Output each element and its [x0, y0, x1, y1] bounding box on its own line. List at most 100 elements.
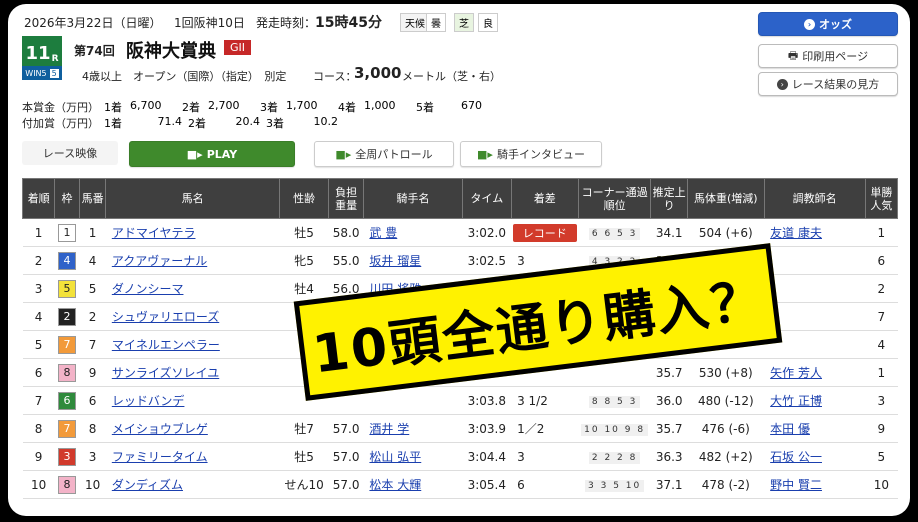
jockey-link[interactable]: 松山 弘平	[363, 442, 463, 471]
win5-badge: WIN5 5	[22, 66, 62, 80]
jockey-link[interactable]: 酒井 学	[363, 414, 463, 443]
print-button[interactable]: 🖶 印刷用ページ	[758, 44, 898, 68]
cell-waku: 1	[54, 218, 80, 247]
cell-margin: レコード	[511, 218, 579, 247]
cell-corner: 2 2 2 8	[578, 442, 651, 471]
cell-waku: 2	[54, 302, 80, 331]
cell-pos: 5	[22, 330, 55, 359]
course-label: コース：	[313, 70, 357, 83]
horse-name-link[interactable]: レッドバンデ	[105, 386, 280, 415]
col-margin: 着差	[510, 178, 579, 219]
prize-main-place: 4着	[338, 101, 356, 114]
col-body: 馬体重(増減)	[686, 178, 765, 219]
howto-label: レース結果の見方	[791, 78, 880, 91]
cell-last3f: 37.1	[650, 470, 688, 499]
cell-margin: 3	[511, 442, 579, 471]
printer-icon: 🖶	[787, 48, 799, 62]
trainer-link[interactable]	[764, 246, 866, 275]
horse-name-link[interactable]: ダンディズム	[105, 470, 280, 499]
odds-icon: ›	[804, 18, 815, 30]
interview-label: 騎手インタビュー	[496, 148, 585, 161]
prize-add-value: 10.2	[313, 115, 339, 128]
cell-last3f: 36.3	[650, 442, 688, 471]
cell-num: 3	[79, 442, 106, 471]
trainer-link[interactable]	[764, 274, 866, 303]
prize-add-list: 1着 71.4 2着 20.4 3着 10.2	[104, 115, 338, 131]
cell-num: 4	[79, 246, 106, 275]
race-video-label: レース映像	[22, 141, 118, 165]
jockey-link[interactable]: 武 豊	[363, 218, 463, 247]
corner-positions: 2 2 2 8	[588, 452, 641, 464]
col-name: 馬名	[105, 178, 280, 219]
race-number-suffix: R	[51, 54, 59, 64]
odds-label: オッズ	[819, 18, 852, 31]
interview-button[interactable]: ■▸ 騎手インタビュー	[460, 141, 602, 167]
play-button[interactable]: ■▸ PLAY	[129, 141, 295, 167]
trainer-link[interactable]: 石坂 公一	[764, 442, 866, 471]
horse-name-link[interactable]: アドマイヤテラ	[105, 218, 280, 247]
cell-corner: 3 3 5 10	[578, 470, 651, 499]
results-header-row: 着順 枠 馬番 馬名 性齢 負担重量 騎手名 タイム 着差 コーナー通過順位 推…	[21, 178, 899, 219]
jockey-link[interactable]: 坂井 瑠星	[363, 246, 463, 275]
horse-name-link[interactable]: サンライズソレイユ	[105, 358, 280, 387]
cell-weight: 55.0	[328, 246, 364, 275]
jockey-link[interactable]: 松本 大輝	[363, 470, 463, 499]
win5-text: WIN5	[25, 68, 47, 78]
cell-pos: 8	[22, 414, 55, 443]
print-label: 印刷用ページ	[802, 50, 869, 63]
corner-positions: 6 6 5 3	[588, 228, 641, 240]
horse-name-link[interactable]: ファミリータイム	[105, 442, 280, 471]
trainer-link[interactable]: 友道 康夫	[764, 218, 866, 247]
cell-pos: 3	[22, 274, 55, 303]
cell-sex-age: 牡7	[279, 414, 329, 443]
horse-name-link[interactable]: ダノンシーマ	[105, 274, 280, 303]
cell-margin: 3 1/2	[511, 386, 579, 415]
trainer-link[interactable]: 本田 優	[764, 414, 866, 443]
track-label: 芝	[454, 13, 474, 32]
table-row: 7 6 6 レッドバンデ 3:03.8 3 1/2 8 8 5 3 36.0 480 (-12)…	[22, 386, 898, 415]
cell-time: 3:03.8	[462, 386, 512, 415]
cell-weight: 57.0	[328, 414, 364, 443]
cell-popularity: 1	[865, 358, 898, 387]
col-trainer: 調教師名	[763, 178, 866, 219]
col-pop: 単勝人気	[864, 178, 899, 219]
col-weight: 負担重量	[328, 178, 364, 219]
howto-button[interactable]: › レース結果の見方	[758, 72, 898, 96]
horse-name-link[interactable]: アクアヴァーナル	[105, 246, 280, 275]
prize-main-place: 3着	[260, 101, 278, 114]
cell-waku: 6	[54, 386, 80, 415]
cell-last3f: 35.7	[650, 358, 688, 387]
prize-main-place: 2着	[182, 101, 200, 114]
horse-name-link[interactable]: シュヴァリエローズ	[105, 302, 280, 331]
patrol-button[interactable]: ■▸ 全周パトロール	[314, 141, 454, 167]
prize-add-place: 2着	[188, 117, 206, 130]
cell-time: 3:02.0	[462, 218, 512, 247]
cell-last3f: 34.1	[650, 218, 688, 247]
waku-badge: 7	[58, 419, 77, 438]
trainer-link[interactable]: 野中 賢二	[764, 470, 866, 499]
trainer-link[interactable]: 矢作 芳人	[764, 358, 866, 387]
cell-waku: 5	[54, 274, 80, 303]
horse-name-link[interactable]: メイショウブレゲ	[105, 414, 280, 443]
cell-waku: 8	[54, 470, 80, 499]
cell-body-weight: 478 (-2)	[687, 470, 765, 499]
horse-name-link[interactable]: マイネルエンペラー	[105, 330, 280, 359]
prize-add-place: 1着	[104, 117, 122, 130]
cell-num: 8	[79, 414, 106, 443]
cell-sex-age: せん10	[279, 470, 329, 499]
cell-time: 3:02.5	[462, 246, 512, 275]
cell-popularity: 1	[865, 218, 898, 247]
cell-waku: 7	[54, 414, 80, 443]
corner-positions: 10 10 9 8	[581, 424, 649, 436]
cell-weight: 57.0	[328, 442, 364, 471]
cell-last3f: 35.7	[650, 414, 688, 443]
cell-waku: 7	[54, 330, 80, 359]
waku-badge: 3	[58, 447, 77, 466]
odds-button[interactable]: › オッズ	[758, 12, 898, 36]
race-edition: 第74回	[74, 44, 115, 58]
prize-main-label: 本賞金（万円）	[22, 101, 99, 114]
trainer-link[interactable]: 大竹 正博	[764, 386, 866, 415]
cell-pos: 4	[22, 302, 55, 331]
waku-badge: 1	[58, 223, 77, 242]
table-row: 10 8 10 ダンディズム せん10 57.0 松本 大輝 3:05.4 6 3 3 5 10 3…	[22, 470, 898, 499]
